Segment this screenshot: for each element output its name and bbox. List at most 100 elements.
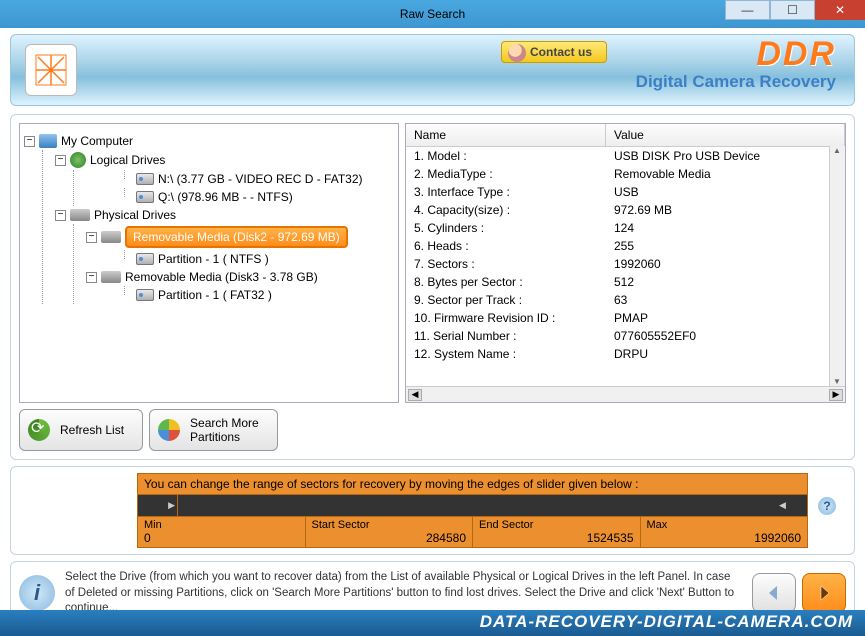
property-row[interactable]: 12. System Name :DRPU bbox=[406, 345, 845, 363]
prop-value: USB DISK Pro USB Device bbox=[614, 149, 837, 163]
disk-icon bbox=[136, 289, 154, 301]
refresh-list-button[interactable]: Refresh List bbox=[19, 409, 143, 451]
prop-name: 10. Firmware Revision ID : bbox=[414, 311, 614, 325]
brand-main: DDR bbox=[636, 39, 836, 70]
prop-value: 077605552EF0 bbox=[614, 329, 837, 343]
help-icon[interactable]: ? bbox=[818, 497, 836, 515]
hdd-icon bbox=[70, 209, 90, 221]
drives-icon bbox=[70, 152, 86, 168]
prop-value: 972.69 MB bbox=[614, 203, 837, 217]
properties-body[interactable]: 1. Model :USB DISK Pro USB Device2. Medi… bbox=[406, 147, 845, 386]
prop-value: USB bbox=[614, 185, 837, 199]
sector-slider[interactable] bbox=[137, 495, 808, 517]
end-value: 1524535 bbox=[479, 531, 634, 545]
prop-value: 124 bbox=[614, 221, 837, 235]
slider-handle-right[interactable] bbox=[777, 495, 807, 516]
property-row[interactable]: 9. Sector per Track :63 bbox=[406, 291, 845, 309]
contact-label: Contact us bbox=[530, 45, 592, 59]
prop-name: 2. MediaType : bbox=[414, 167, 614, 181]
prop-name: 6. Heads : bbox=[414, 239, 614, 253]
main-panel: − My Computer − Logical Drives N:\ (3.77 G… bbox=[10, 114, 855, 460]
col-value[interactable]: Value bbox=[606, 124, 845, 146]
partition-ntfs[interactable]: Partition - 1 ( NTFS ) bbox=[158, 252, 269, 266]
property-row[interactable]: 3. Interface Type :USB bbox=[406, 183, 845, 201]
prop-name: 1. Model : bbox=[414, 149, 614, 163]
slider-track[interactable] bbox=[178, 495, 777, 516]
sector-hint: You can change the range of sectors for … bbox=[137, 473, 808, 495]
minimize-button[interactable]: — bbox=[725, 0, 770, 20]
min-value: 0 bbox=[144, 531, 299, 545]
start-label: Start Sector bbox=[312, 519, 467, 531]
property-row[interactable]: 6. Heads :255 bbox=[406, 237, 845, 255]
prop-name: 7. Sectors : bbox=[414, 257, 614, 271]
slider-handle-left[interactable] bbox=[138, 495, 178, 516]
sector-range-panel: You can change the range of sectors for … bbox=[10, 466, 855, 555]
collapse-icon[interactable]: − bbox=[86, 232, 97, 243]
property-row[interactable]: 11. Serial Number :077605552EF0 bbox=[406, 327, 845, 345]
refresh-label: Refresh List bbox=[60, 423, 124, 437]
search-more-partitions-button[interactable]: Search More Partitions bbox=[149, 409, 278, 451]
collapse-icon[interactable]: − bbox=[55, 155, 66, 166]
refresh-icon bbox=[28, 419, 50, 441]
partition-fat32[interactable]: Partition - 1 ( FAT32 ) bbox=[158, 288, 272, 302]
prop-name: 5. Cylinders : bbox=[414, 221, 614, 235]
collapse-icon[interactable]: − bbox=[24, 136, 35, 147]
prop-value: 63 bbox=[614, 293, 837, 307]
pie-icon bbox=[158, 419, 180, 441]
tree-root[interactable]: My Computer bbox=[61, 134, 133, 148]
drive-q[interactable]: Q:\ (978.96 MB - - NTFS) bbox=[158, 190, 293, 204]
physical-drives-label[interactable]: Physical Drives bbox=[94, 208, 176, 222]
brand-block: DDR Digital Camera Recovery bbox=[636, 39, 836, 92]
prop-name: 12. System Name : bbox=[414, 347, 614, 361]
property-row[interactable]: 5. Cylinders :124 bbox=[406, 219, 845, 237]
property-row[interactable]: 2. MediaType :Removable Media bbox=[406, 165, 845, 183]
info-icon: i bbox=[19, 575, 55, 611]
property-row[interactable]: 7. Sectors :1992060 bbox=[406, 255, 845, 273]
maximize-button[interactable]: ☐ bbox=[770, 0, 815, 20]
prop-name: 3. Interface Type : bbox=[414, 185, 614, 199]
removable-disk3[interactable]: Removable Media (Disk3 - 3.78 GB) bbox=[125, 270, 318, 284]
prop-name: 9. Sector per Track : bbox=[414, 293, 614, 307]
drive-n[interactable]: N:\ (3.77 GB - VIDEO REC D - FAT32) bbox=[158, 172, 363, 186]
search-more-label: Search More Partitions bbox=[190, 416, 259, 444]
min-label: Min bbox=[144, 519, 299, 531]
property-row[interactable]: 8. Bytes per Sector :512 bbox=[406, 273, 845, 291]
hdd-icon bbox=[101, 231, 121, 243]
header-band: Contact us DDR Digital Camera Recovery bbox=[10, 34, 855, 106]
collapse-icon[interactable]: − bbox=[86, 272, 97, 283]
max-label: Max bbox=[647, 519, 802, 531]
property-row[interactable]: 10. Firmware Revision ID :PMAP bbox=[406, 309, 845, 327]
brand-subtitle: Digital Camera Recovery bbox=[636, 72, 836, 92]
hdd-icon bbox=[101, 271, 121, 283]
removable-disk2[interactable]: Removable Media (Disk2 - 972.69 MB) bbox=[125, 226, 348, 248]
end-label: End Sector bbox=[479, 519, 634, 531]
prop-value: 1992060 bbox=[614, 257, 837, 271]
drive-tree[interactable]: − My Computer − Logical Drives N:\ (3.77 G… bbox=[19, 123, 399, 403]
prop-value: 512 bbox=[614, 275, 837, 289]
properties-header: Name Value bbox=[406, 124, 845, 147]
property-row[interactable]: 4. Capacity(size) :972.69 MB bbox=[406, 201, 845, 219]
prop-value: DRPU bbox=[614, 347, 837, 361]
col-name[interactable]: Name bbox=[406, 124, 606, 146]
back-button[interactable] bbox=[752, 573, 796, 613]
prop-value: 255 bbox=[614, 239, 837, 253]
prop-name: 8. Bytes per Sector : bbox=[414, 275, 614, 289]
prop-value: Removable Media bbox=[614, 167, 837, 181]
vertical-scrollbar[interactable] bbox=[829, 146, 845, 386]
app-logo bbox=[25, 44, 77, 96]
horizontal-scrollbar[interactable]: ◀▶ bbox=[406, 386, 845, 402]
prop-name: 11. Serial Number : bbox=[414, 329, 614, 343]
contact-us-button[interactable]: Contact us bbox=[501, 41, 607, 63]
close-button[interactable]: ✕ bbox=[815, 0, 865, 20]
prop-value: PMAP bbox=[614, 311, 837, 325]
property-row[interactable]: 1. Model :USB DISK Pro USB Device bbox=[406, 147, 845, 165]
disk-icon bbox=[136, 253, 154, 265]
next-button[interactable] bbox=[802, 573, 846, 613]
properties-panel: Name Value 1. Model :USB DISK Pro USB De… bbox=[405, 123, 846, 403]
watermark: DATA-RECOVERY-DIGITAL-CAMERA.COM bbox=[0, 610, 865, 636]
computer-icon bbox=[39, 134, 57, 148]
start-value: 284580 bbox=[312, 531, 467, 545]
max-value: 1992060 bbox=[647, 531, 802, 545]
collapse-icon[interactable]: − bbox=[55, 210, 66, 221]
logical-drives-label[interactable]: Logical Drives bbox=[90, 153, 165, 167]
